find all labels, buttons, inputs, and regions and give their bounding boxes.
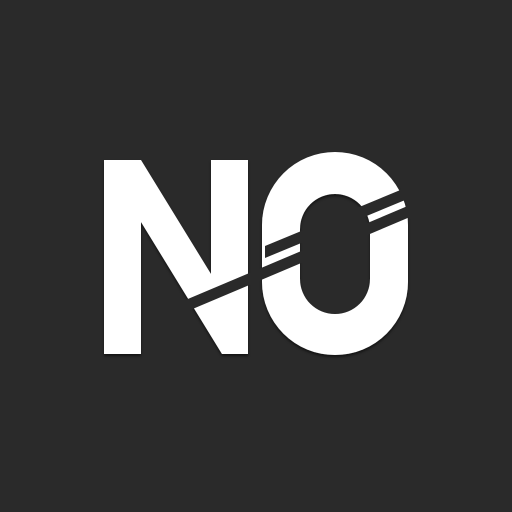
app-icon-tile: NO xyxy=(0,0,512,512)
letter-o-shape xyxy=(262,152,408,355)
letter-n-shape xyxy=(104,160,248,354)
no-logo-icon xyxy=(104,152,408,355)
